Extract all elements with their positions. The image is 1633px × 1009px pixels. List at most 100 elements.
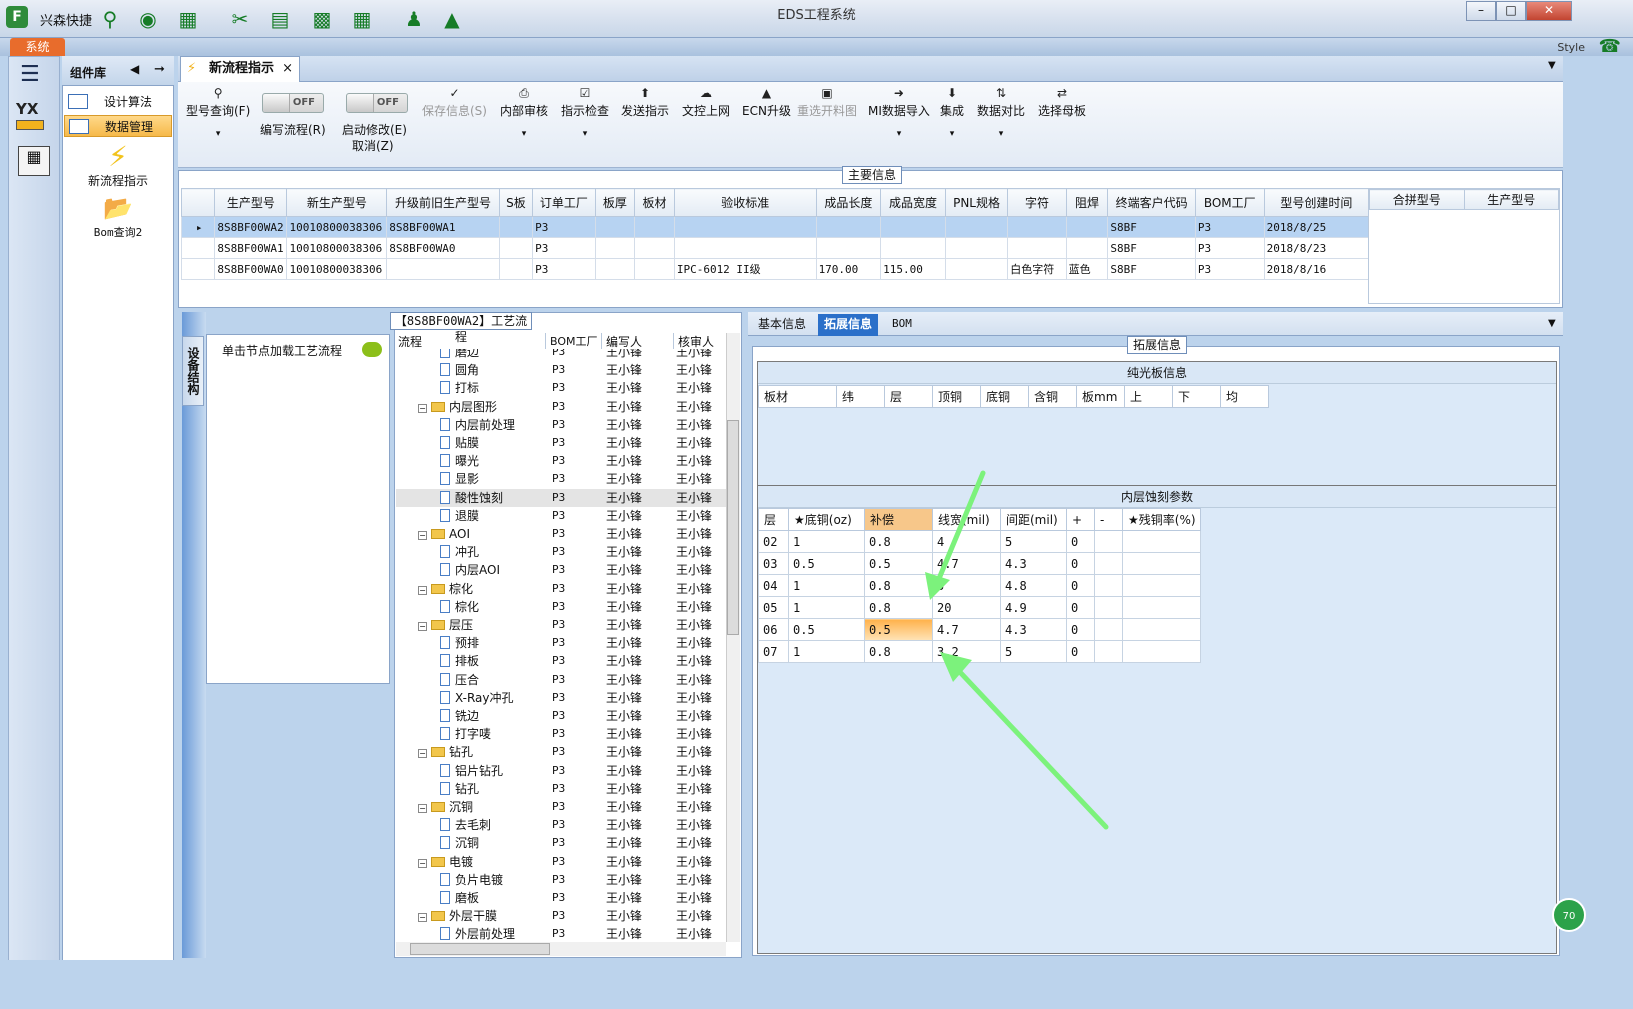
inner-etch-col-header[interactable]: +: [1066, 508, 1095, 531]
main-col-header[interactable]: PNL规格: [944, 188, 1009, 217]
main-col-header[interactable]: 型号创建时间: [1263, 188, 1370, 217]
inner-etch-cell[interactable]: 4: [932, 530, 1001, 553]
table-cell[interactable]: [634, 216, 675, 238]
integrate-button[interactable]: ⬇ 集成 ▾: [940, 86, 964, 139]
inner-etch-cell[interactable]: 0.8: [864, 574, 933, 597]
tab-bom[interactable]: BOM: [886, 314, 918, 336]
bare-board-col-header[interactable]: 底铜: [980, 385, 1029, 408]
table-cell[interactable]: [815, 216, 882, 238]
tree-node[interactable]: − 电镀: [418, 853, 473, 871]
inner-etch-cell[interactable]: 1: [788, 530, 865, 553]
inner-etch-cell[interactable]: 0: [1066, 596, 1095, 619]
table-cell[interactable]: [1007, 216, 1067, 238]
table-cell[interactable]: P3: [532, 258, 596, 280]
table-cell[interactable]: [1065, 237, 1109, 259]
inner-etch-cell[interactable]: 0: [1066, 618, 1095, 641]
enable-modify-toggle[interactable]: OFF: [346, 93, 408, 113]
model-query-button[interactable]: ⚲ 型号查询(F) ▾: [186, 86, 250, 139]
bare-board-col-header[interactable]: 层: [884, 385, 933, 408]
tree-row[interactable]: 磨板 P3 王小锋 王小锋: [396, 889, 726, 907]
tree-row[interactable]: − 外层干膜 P3 王小锋 王小锋: [396, 907, 726, 925]
table-cell[interactable]: [880, 216, 946, 238]
table-cell[interactable]: 115.00: [880, 258, 946, 280]
table-cell[interactable]: 2018/8/25: [1263, 216, 1370, 238]
tree-node[interactable]: 退膜: [440, 507, 479, 525]
table-row[interactable]: ▸ 8S8BF00WA2 10010800038306 8S8BF00WA1 P3 S8B…: [180, 216, 1370, 238]
inner-etch-cell[interactable]: 06: [758, 618, 789, 641]
yx-module-icon[interactable]: YX: [16, 100, 52, 134]
tree-row[interactable]: 铝片钻孔 P3 王小锋 王小锋: [396, 762, 726, 780]
collapse-icon[interactable]: −: [418, 858, 427, 868]
tree-row[interactable]: 退膜 P3 王小锋 王小锋: [396, 507, 726, 525]
table-row[interactable]: 03 0.5 0.5 4.7 4.3 0: [758, 552, 1201, 575]
phone-icon[interactable]: ☎: [1599, 36, 1621, 57]
table-cell[interactable]: 白色字符: [1007, 258, 1067, 280]
inner-etch-cell[interactable]: 0.8: [864, 596, 933, 619]
inner-etch-col-header[interactable]: 线宽(mil): [932, 508, 1001, 531]
upload-doc-button[interactable]: ☁ 文控上网: [682, 86, 730, 119]
tree-row[interactable]: 内层AOI P3 王小锋 王小锋: [396, 561, 726, 579]
tree-node[interactable]: 沉铜: [440, 834, 479, 852]
table-cell[interactable]: [594, 216, 636, 238]
inner-etch-cell[interactable]: 20: [932, 596, 1001, 619]
bare-board-col-header[interactable]: 板材: [758, 385, 837, 408]
table-row[interactable]: 8S8BF00WA1 10010800038306 8S8BF00WA0 P3 S8BF…: [180, 237, 1370, 259]
table-row[interactable]: 05 1 0.8 20 4.9 0: [758, 596, 1201, 619]
dropdown-icon[interactable]: ▾: [977, 129, 1025, 139]
tree-node[interactable]: 内层AOI: [440, 561, 500, 579]
tree-row[interactable]: − 内层图形 P3 王小锋 王小锋: [396, 398, 726, 416]
inner-etch-cell[interactable]: 4.9: [1000, 596, 1067, 619]
tree-node[interactable]: X-Ray冲孔: [440, 689, 513, 707]
row-selector[interactable]: [180, 237, 216, 259]
nav-item-data-management[interactable]: 数据管理: [64, 115, 172, 137]
inner-etch-cell[interactable]: 4.3: [1000, 552, 1067, 575]
tree-row[interactable]: 压合 P3 王小锋 王小锋: [396, 671, 726, 689]
tree-node[interactable]: 外层前处理: [440, 925, 515, 942]
table-cell[interactable]: 10010800038306: [286, 237, 388, 259]
pin-icon[interactable]: ➞: [154, 62, 165, 77]
tree-row[interactable]: 冲孔 P3 王小锋 王小锋: [396, 543, 726, 561]
maximize-button[interactable]: □: [1496, 1, 1526, 21]
inner-etch-cell[interactable]: [1122, 574, 1201, 597]
mi-import-button[interactable]: ➜ MI数据导入 ▾: [868, 86, 930, 139]
dropdown-icon[interactable]: ▾: [500, 129, 548, 139]
tree-node[interactable]: 内层前处理: [440, 416, 515, 434]
tree-node[interactable]: − 层压: [418, 616, 473, 634]
table-row[interactable]: 8S8BF00WA0 10010800038306 P3 IPC-6012 II级 17…: [180, 258, 1370, 280]
save-info-button[interactable]: ✓ 保存信息(S): [422, 86, 487, 119]
hamburger-menu-icon[interactable]: ☰: [20, 62, 40, 87]
tree-row[interactable]: 内层前处理 P3 王小锋 王小锋: [396, 416, 726, 434]
main-col-header[interactable]: 验收标准: [673, 188, 817, 217]
new-flow-instruction-item[interactable]: ⚡ 新流程指示: [64, 140, 172, 189]
dropdown-icon[interactable]: ▾: [561, 129, 609, 139]
inner-etch-cell[interactable]: [1094, 596, 1123, 619]
reselect-panel-button[interactable]: ▣ 重选开料图: [797, 86, 857, 119]
tree-node[interactable]: − 内层图形: [418, 398, 497, 416]
table-cell[interactable]: [944, 237, 1009, 259]
tree-row[interactable]: − 电镀 P3 王小锋 王小锋: [396, 853, 726, 871]
inner-etch-cell[interactable]: 04: [758, 574, 789, 597]
tree-node[interactable]: 压合: [440, 671, 479, 689]
inner-etch-cell[interactable]: 0.5: [788, 552, 865, 575]
table-cell[interactable]: [498, 258, 534, 280]
main-col-header[interactable]: 板厚: [594, 188, 636, 217]
col-flow[interactable]: 流程: [396, 333, 546, 349]
main-col-header[interactable]: 订单工厂: [532, 188, 596, 217]
table-cell[interactable]: 8S8BF00WA2: [214, 216, 288, 238]
main-col-header[interactable]: 阻焊: [1065, 188, 1109, 217]
internal-review-button[interactable]: ⎙ 内部审核 ▾: [500, 86, 548, 139]
table-cell[interactable]: [498, 216, 534, 238]
tree-node[interactable]: 铝片钻孔: [440, 762, 503, 780]
edit-flow-toggle[interactable]: OFF: [262, 93, 324, 113]
table-cell[interactable]: [944, 258, 1009, 280]
merge-col-header[interactable]: 生产型号: [1463, 189, 1559, 210]
inner-etch-col-header[interactable]: -: [1094, 508, 1123, 531]
inner-etch-cell[interactable]: [1094, 552, 1123, 575]
tree-row[interactable]: − 层压 P3 王小锋 王小锋: [396, 616, 726, 634]
floating-badge[interactable]: 70: [1552, 898, 1586, 932]
bare-board-col-header[interactable]: 均: [1220, 385, 1269, 408]
tree-node[interactable]: 预排: [440, 634, 479, 652]
equipment-structure-tab[interactable]: 设备结构: [182, 336, 204, 406]
bare-board-col-header[interactable]: 上: [1124, 385, 1173, 408]
table-cell[interactable]: 8S8BF00WA0: [386, 237, 500, 259]
